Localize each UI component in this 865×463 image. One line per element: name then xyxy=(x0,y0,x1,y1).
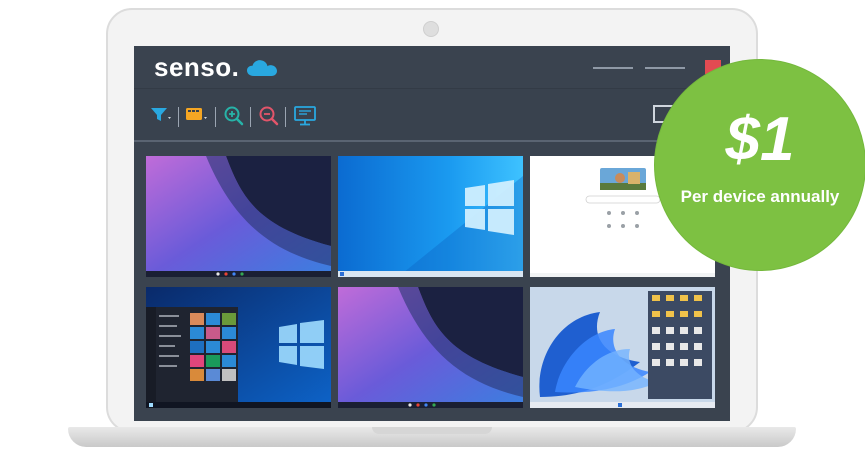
wallpaper-image xyxy=(530,287,715,408)
wallpaper-image xyxy=(146,156,331,277)
toolbar-separator xyxy=(250,107,251,127)
app-logo-text: senso. xyxy=(154,52,240,82)
screen-tile[interactable] xyxy=(146,156,331,277)
window-minimize-bar[interactable] xyxy=(593,67,633,69)
zoom-in-icon[interactable] xyxy=(223,105,245,127)
screens-grid xyxy=(134,142,730,421)
screen-tile[interactable] xyxy=(530,287,715,408)
display-mode-icon[interactable] xyxy=(185,105,211,125)
window-restore-bar[interactable] xyxy=(645,67,685,69)
toolbar-separator xyxy=(285,107,286,127)
zoom-out-icon[interactable] xyxy=(258,105,280,127)
cloud-icon xyxy=(247,60,277,76)
screens-icon[interactable] xyxy=(293,105,317,127)
wallpaper-image xyxy=(146,287,331,408)
price-caption: Per device annually xyxy=(680,187,840,206)
toolbar-separator xyxy=(178,107,179,127)
price-badge: $1 Per device annually xyxy=(655,60,865,270)
screen-tile[interactable] xyxy=(338,287,523,408)
filter-icon[interactable] xyxy=(150,105,174,125)
laptop-camera xyxy=(423,21,439,37)
wallpaper-image xyxy=(338,156,523,277)
toolbar-separator xyxy=(215,107,216,127)
toolbar xyxy=(134,88,730,142)
title-bar: senso. xyxy=(134,46,730,88)
laptop-base-notch xyxy=(372,427,492,434)
wallpaper-image xyxy=(338,287,523,408)
price-text: $1 xyxy=(725,105,795,174)
screen-tile[interactable] xyxy=(146,287,331,408)
screen-tile[interactable] xyxy=(338,156,523,277)
app-window: senso. xyxy=(134,46,730,421)
